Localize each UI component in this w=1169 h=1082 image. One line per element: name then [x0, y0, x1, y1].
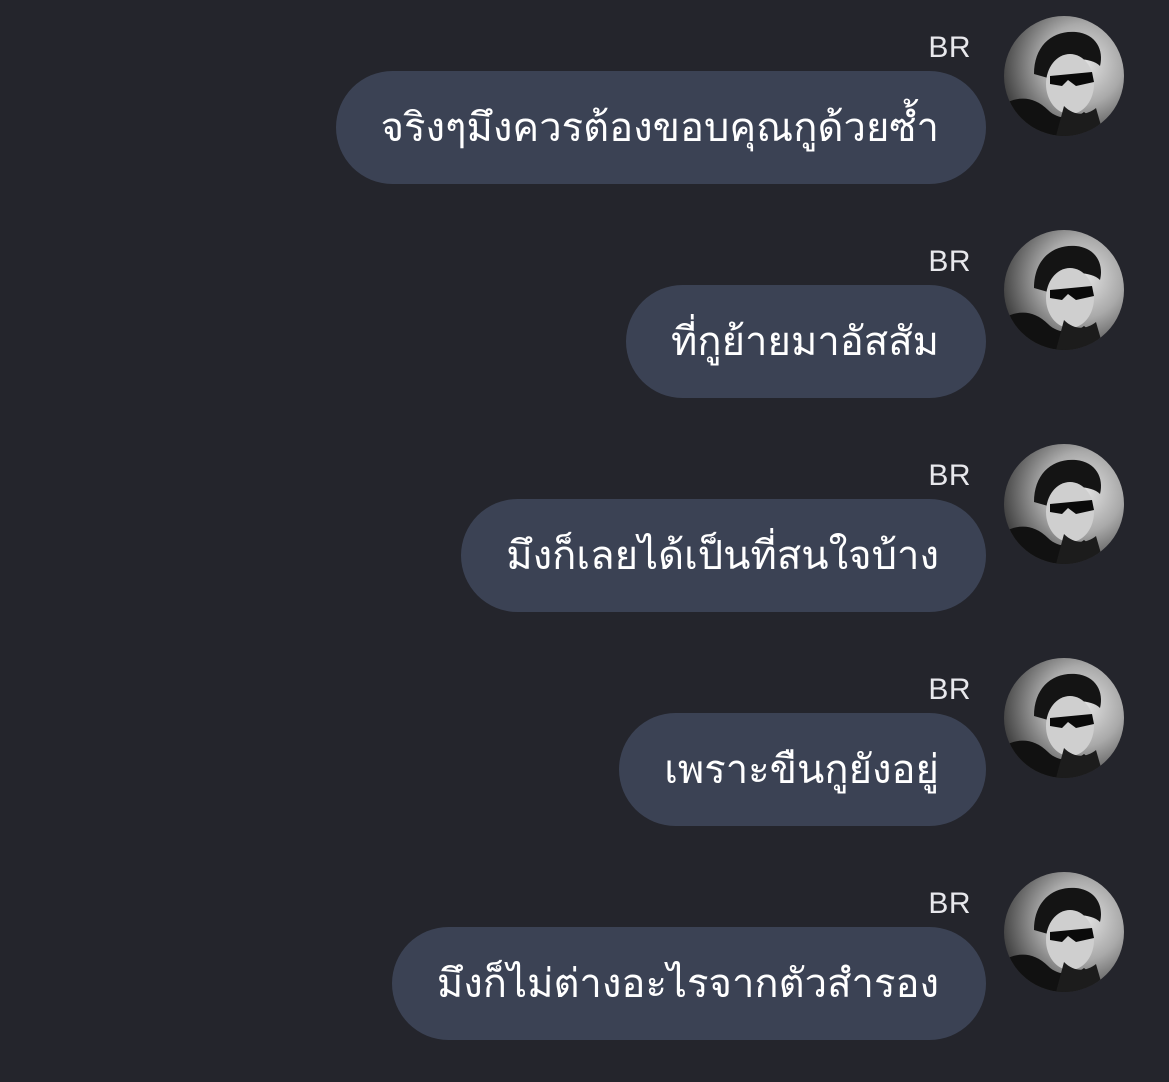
sender-name: BR [928, 459, 971, 492]
sender-name: BR [928, 887, 971, 920]
avatar[interactable] [1004, 444, 1124, 564]
message-bubble[interactable]: มึงก็ไม่ต่างอะไรจากตัวสำรอง [391, 927, 986, 1040]
message-group: BR มึงก็ไม่ต่างอะไรจากตัวสำรอง [0, 870, 1169, 1082]
message-text: ที่กูย้ายมาอัสสัม [671, 318, 939, 365]
sender-name: BR [928, 245, 971, 278]
message-group: BR เพราะขืนกูยังอยู่ [0, 656, 1169, 870]
profile-photo-icon [1004, 658, 1124, 778]
message-bubble[interactable]: ที่กูย้ายมาอัสสัม [626, 285, 986, 398]
message-group: BR จริงๆมึงควรต้องขอบคุณกูด้วยซ้ำ [0, 14, 1169, 228]
sender-name: BR [928, 673, 971, 706]
profile-photo-icon [1004, 16, 1124, 136]
profile-photo-icon [1004, 444, 1124, 564]
avatar[interactable] [1004, 16, 1124, 136]
message-group: BR ที่กูย้ายมาอัสสัม [0, 228, 1169, 442]
avatar[interactable] [1004, 230, 1124, 350]
message-bubble[interactable]: เพราะขืนกูยังอยู่ [619, 713, 986, 826]
profile-photo-icon [1004, 230, 1124, 350]
message-text: เพราะขืนกูยังอยู่ [664, 746, 939, 793]
message-text: มึงก็เลยได้เป็นที่สนใจบ้าง [506, 532, 939, 579]
message-bubble[interactable]: มึงก็เลยได้เป็นที่สนใจบ้าง [461, 499, 986, 612]
message-bubble[interactable]: จริงๆมึงควรต้องขอบคุณกูด้วยซ้ำ [335, 71, 986, 184]
avatar[interactable] [1004, 872, 1124, 992]
message-text: จริงๆมึงควรต้องขอบคุณกูด้วยซ้ำ [380, 104, 939, 151]
message-text: มึงก็ไม่ต่างอะไรจากตัวสำรอง [436, 960, 939, 1007]
profile-photo-icon [1004, 872, 1124, 992]
avatar[interactable] [1004, 658, 1124, 778]
message-group: BR มึงก็เลยได้เป็นที่สนใจบ้าง [0, 442, 1169, 656]
sender-name: BR [928, 31, 971, 64]
